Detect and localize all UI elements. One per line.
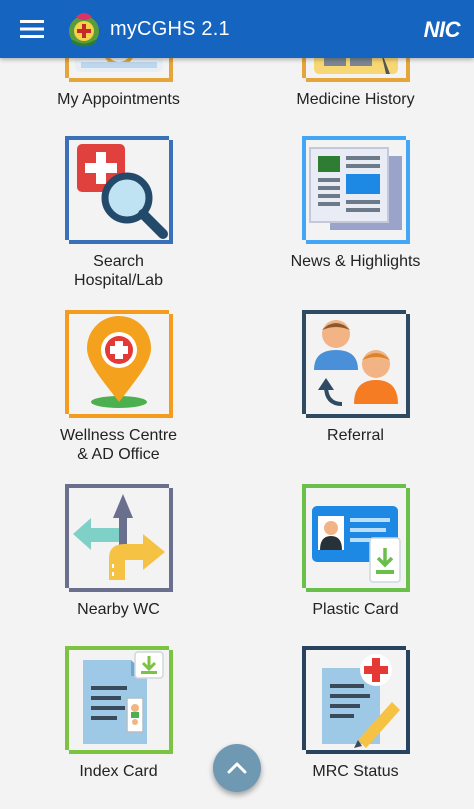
mrc-frame [301,646,410,754]
id-card-icon [311,506,401,583]
tile-label: My Appointments [57,91,180,108]
tile-label: Nearby WC [77,601,160,618]
tile-index-card[interactable]: Index Card [0,646,237,781]
tile-plastic-card[interactable]: Plastic Card [237,484,474,619]
calendar-icon [74,58,163,72]
scroll-up-button[interactable] [213,744,261,792]
chevron-up-icon [227,762,247,774]
tile-label: Plastic Card [312,601,399,618]
directions-icon [72,494,165,580]
tile-label: Index Card [79,763,158,780]
referral-people-icon [313,320,398,406]
index-card-frame [64,646,173,754]
tile-my-appointments[interactable]: My Appointments [0,58,237,109]
tile-news-highlights[interactable]: News & Highlights [237,136,474,271]
cghs-logo-icon [69,13,99,47]
wellness-frame [64,310,173,418]
tile-mrc-status[interactable]: MRC Status [237,646,474,781]
app-title: myCGHS 2.1 [110,17,230,40]
news-frame [301,136,410,244]
search-hospital-frame [64,136,173,244]
tile-search-hospital[interactable]: Search Hospital/Lab [0,136,237,290]
tile-label: Search Hospital/Lab [74,253,163,289]
medicine-frame [301,58,410,82]
tile-referral[interactable]: Referral [237,310,474,445]
referral-frame [301,310,410,418]
menu-button[interactable] [0,0,64,58]
index-document-icon [82,651,164,744]
medical-report-icon [321,654,400,748]
tile-wellness-centre[interactable]: Wellness Centre & AD Office [0,310,237,464]
newspaper-icon [308,147,402,230]
appointments-frame [64,58,173,82]
tile-label: MRC Status [312,763,399,780]
tile-label: News & Highlights [290,253,421,270]
dashboard-grid: My Appointments Medicine History Search … [0,58,474,809]
plastic-card-frame [301,484,410,592]
nearby-frame [64,484,173,592]
medicine-icon [313,58,398,74]
hospital-search-icon [76,144,168,239]
tile-label: Medicine History [296,91,415,108]
tile-nearby-wc[interactable]: Nearby WC [0,484,237,619]
tile-medicine-history[interactable]: Medicine History [237,58,474,109]
app-bar: myCGHS 2.1 NIC [0,0,474,58]
tile-label: Wellness Centre & AD Office [59,427,178,463]
nic-logo: NIC [423,17,461,42]
hamburger-menu-icon [20,20,44,38]
location-pin-icon [86,316,151,408]
tile-label: Referral [327,427,384,444]
